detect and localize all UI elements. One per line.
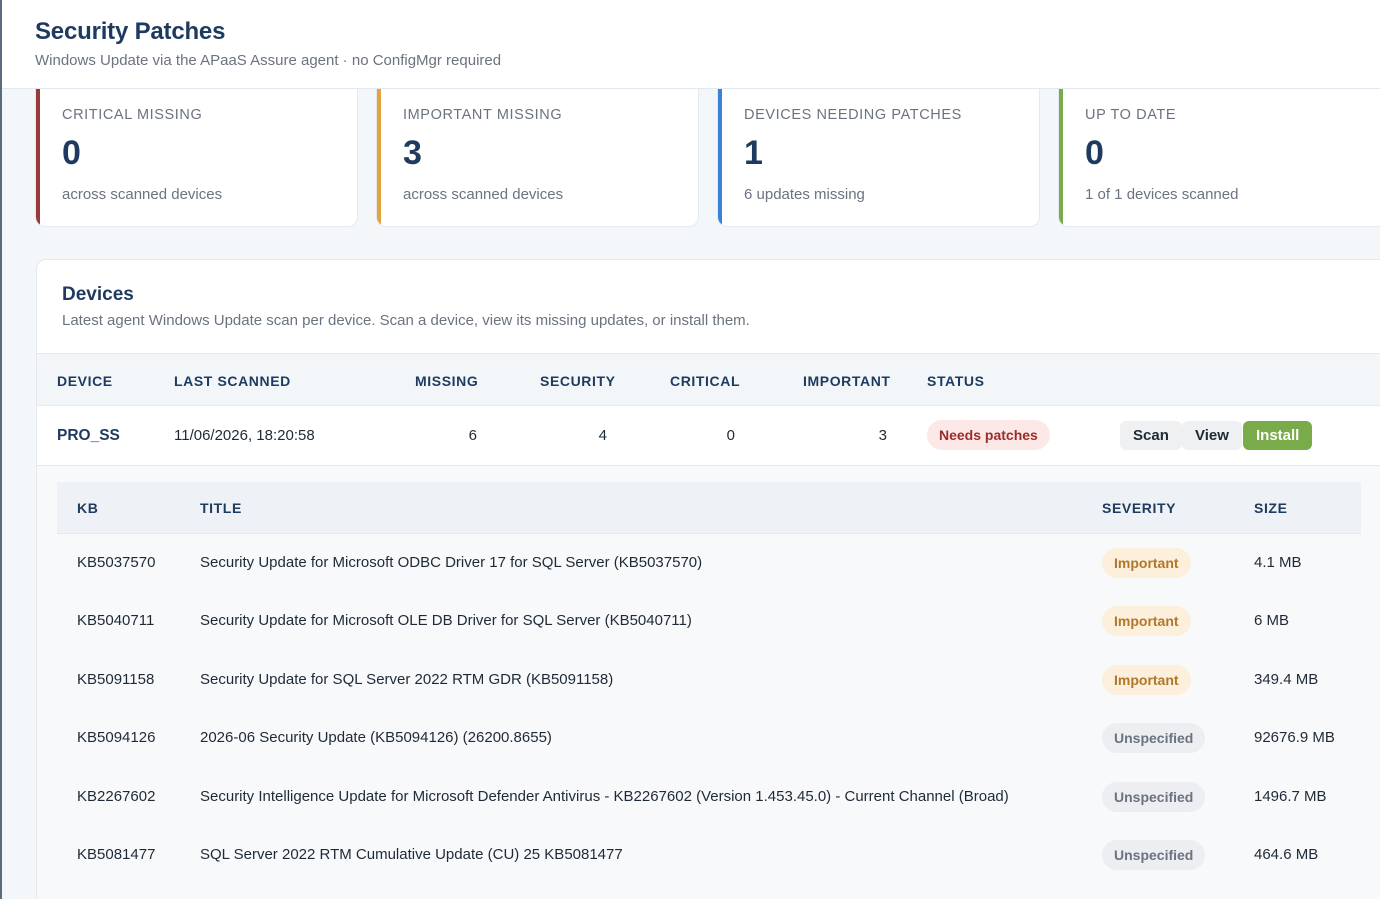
card-subtext: across scanned devices	[62, 186, 223, 203]
view-button[interactable]: View	[1182, 421, 1242, 450]
devices-panel-header: Devices Latest agent Windows Update scan…	[37, 260, 1380, 353]
security-count: 4	[598, 427, 607, 444]
install-button[interactable]: Install	[1243, 421, 1313, 450]
update-row[interactable]: KB2267602 Security Intelligence Update f…	[57, 768, 1361, 826]
severity-badge: Important	[1102, 664, 1191, 695]
devices-table-header: DEVICE LAST SCANNED MISSING SECURITY CRI…	[37, 353, 1380, 406]
severity-badge: Important	[1102, 548, 1191, 578]
update-row[interactable]: KB5037570 Security Update for Microsoft …	[57, 534, 1361, 592]
page-header: Security Patches Windows Update via the …	[2, 0, 1380, 89]
update-row[interactable]: KB5091158 Security Update for SQL Server…	[57, 651, 1361, 709]
card-devices-needing-patches: DEVICES NEEDING PATCHES 1 6 updates miss…	[717, 89, 1040, 227]
update-title: Security Update for Microsoft ODBC Drive…	[200, 554, 703, 571]
kb-number: KB5091158	[77, 670, 155, 688]
card-important-missing: IMPORTANT MISSING 3 across scanned devic…	[376, 89, 699, 227]
update-size: 6 MB	[1254, 612, 1290, 630]
devices-description: Latest agent Windows Update scan per dev…	[62, 312, 750, 329]
update-size: 4.1 MB	[1254, 554, 1302, 571]
update-row[interactable]: KB5040711 Security Update for Microsoft …	[57, 592, 1361, 650]
kb-number: KB5081477	[77, 845, 156, 863]
update-size: 464.6 MB	[1254, 845, 1319, 863]
card-label: IMPORTANT MISSING	[403, 107, 563, 123]
update-row[interactable]: KB5081477 SQL Server 2022 RTM Cumulative…	[57, 826, 1361, 884]
column-header-title[interactable]: TITLE	[200, 500, 242, 516]
update-title: Security Intelligence Update for Microso…	[200, 787, 1009, 805]
update-row[interactable]: KB5094126 2026-06 Security Update (KB509…	[57, 709, 1361, 767]
card-subtext: 1 of 1 devices scanned	[1085, 186, 1239, 203]
column-header-status[interactable]: STATUS	[927, 373, 985, 389]
column-header-security[interactable]: SECURITY	[540, 373, 616, 389]
update-title: Security Update for Microsoft OLE DB Dri…	[200, 612, 692, 630]
device-name-link[interactable]: PRO_SS	[57, 427, 120, 445]
missing-updates-table: KB TITLE SEVERITY SIZE KB5037570 Securit…	[57, 482, 1361, 884]
card-subtext: 6 updates missing	[744, 186, 865, 203]
column-header-kb[interactable]: KB	[77, 500, 98, 516]
column-header-severity[interactable]: SEVERITY	[1102, 500, 1176, 516]
last-scanned-value: 11/06/2026, 18:20:58	[174, 427, 315, 444]
card-value: 0	[62, 134, 81, 172]
column-header-device[interactable]: DEVICE	[57, 373, 113, 389]
status-badge: Needs patches	[927, 420, 1050, 450]
severity-badge: Unspecified	[1102, 781, 1206, 812]
summary-cards: CRITICAL MISSING 0 across scanned device…	[35, 89, 1380, 228]
update-title: 2026-06 Security Update (KB5094126) (262…	[200, 729, 552, 747]
update-title: SQL Server 2022 RTM Cumulative Update (C…	[200, 845, 623, 863]
card-up-to-date: UP TO DATE 0 1 of 1 devices scanned	[1058, 89, 1380, 227]
critical-count: 0	[726, 427, 735, 444]
window-left-border	[0, 0, 2, 899]
severity-badge: Unspecified	[1102, 723, 1206, 754]
devices-title: Devices	[62, 284, 134, 305]
card-critical-missing: CRITICAL MISSING 0 across scanned device…	[35, 89, 358, 227]
update-size: 1496.7 MB	[1254, 787, 1327, 805]
kb-number: KB5094126	[77, 729, 156, 747]
column-header-missing[interactable]: MISSING	[415, 373, 478, 389]
column-header-critical[interactable]: CRITICAL	[670, 373, 740, 389]
column-header-size[interactable]: SIZE	[1254, 500, 1288, 516]
severity-badge: Important	[1102, 606, 1191, 637]
update-size: 92676.9 MB	[1254, 729, 1335, 747]
card-value: 3	[403, 134, 422, 172]
important-count: 3	[878, 427, 887, 444]
devices-panel: Devices Latest agent Windows Update scan…	[36, 259, 1380, 899]
card-label: UP TO DATE	[1085, 107, 1177, 123]
column-header-important[interactable]: IMPORTANT	[803, 373, 891, 389]
card-value: 1	[744, 134, 763, 172]
kb-number: KB2267602	[77, 787, 156, 805]
missing-updates-section: KB TITLE SEVERITY SIZE KB5037570 Securit…	[37, 466, 1380, 899]
table-row[interactable]: PRO_SS 11/06/2026, 18:20:58 6 4 0 3 Need…	[37, 406, 1380, 466]
card-value: 0	[1085, 134, 1104, 172]
page-title: Security Patches	[35, 18, 226, 45]
kb-number: KB5037570	[77, 554, 156, 571]
column-header-last-scanned[interactable]: LAST SCANNED	[174, 373, 291, 389]
scan-button[interactable]: Scan	[1120, 421, 1182, 450]
missing-count: 6	[468, 427, 477, 444]
card-label: CRITICAL MISSING	[62, 107, 203, 123]
severity-badge: Unspecified	[1102, 839, 1206, 870]
page-subtitle: Windows Update via the APaaS Assure agen…	[35, 52, 502, 69]
update-size: 349.4 MB	[1254, 670, 1319, 688]
card-label: DEVICES NEEDING PATCHES	[744, 107, 962, 123]
kb-number: KB5040711	[77, 612, 155, 630]
card-subtext: across scanned devices	[403, 186, 564, 203]
update-title: Security Update for SQL Server 2022 RTM …	[200, 670, 614, 688]
updates-table-header: KB TITLE SEVERITY SIZE	[57, 482, 1361, 534]
